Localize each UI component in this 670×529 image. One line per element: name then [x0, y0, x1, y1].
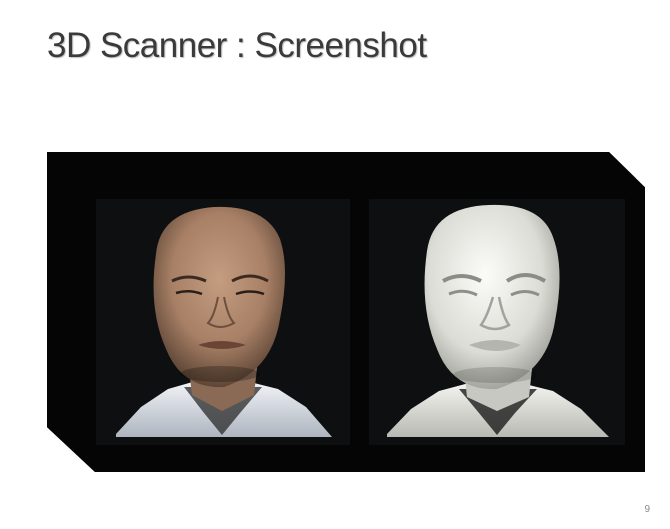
head-shape — [153, 206, 285, 388]
scan-figure-background — [47, 152, 645, 472]
textured-face-illustration — [116, 206, 332, 437]
mesh-face-illustration — [387, 204, 609, 437]
page-number: 9 — [644, 504, 650, 515]
textured-scan-panel — [96, 199, 350, 445]
slide-title: 3D Scanner : Screenshot — [47, 26, 427, 65]
mesh-scan-panel — [369, 199, 625, 445]
scan-figure — [42, 147, 650, 477]
